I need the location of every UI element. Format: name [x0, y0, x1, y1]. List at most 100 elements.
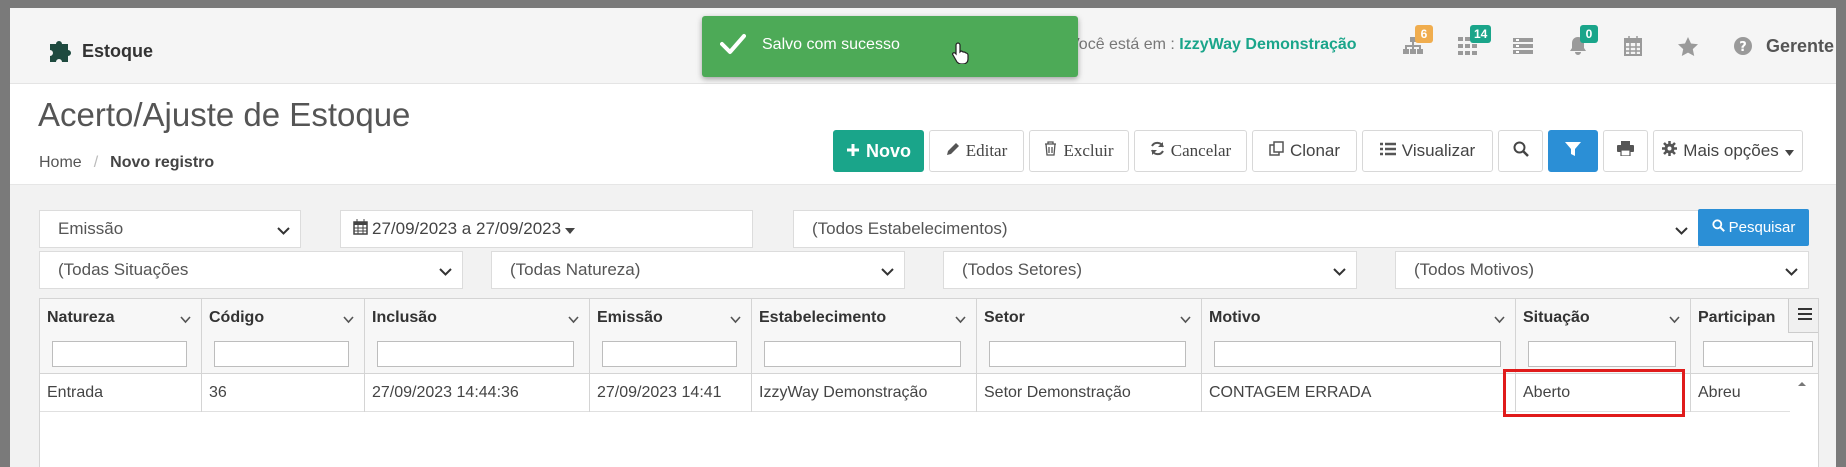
search-button-label: Pesquisar	[1728, 219, 1796, 236]
action-toolbar: Novo Editar Excluir Cancelar Clonar Visu…	[833, 130, 1803, 172]
chevron-down-icon	[277, 222, 290, 242]
chevron-down-icon[interactable]	[343, 311, 354, 329]
column-filter-input[interactable]	[764, 341, 961, 367]
list-view-icon	[1379, 141, 1396, 161]
search-toggle-button[interactable]	[1498, 130, 1543, 172]
column-label: Participan	[1698, 309, 1776, 326]
nav-icons: 6 14 0 ?	[1385, 25, 1770, 64]
grid-icon[interactable]: 14	[1440, 25, 1495, 64]
chevron-down-icon[interactable]	[1180, 311, 1191, 329]
printer-icon	[1617, 141, 1634, 161]
edit-button[interactable]: Editar	[929, 130, 1024, 172]
edit-button-label: Editar	[965, 141, 1008, 160]
copy-icon	[1269, 141, 1284, 161]
column-menu-button[interactable]	[1788, 299, 1818, 333]
user-menu[interactable]: Gerente	[1766, 36, 1834, 57]
chevron-down-icon[interactable]	[568, 311, 579, 329]
new-button[interactable]: Novo	[833, 130, 924, 172]
chevron-down-icon[interactable]	[1494, 311, 1505, 329]
search-button[interactable]: Pesquisar	[1698, 209, 1809, 246]
cell-participante: Abreu	[1698, 384, 1741, 401]
clone-button[interactable]: Clonar	[1252, 130, 1357, 172]
column-label: Motivo	[1209, 309, 1261, 326]
column-header[interactable]: Código	[202, 299, 365, 374]
chevron-down-icon	[1785, 263, 1798, 283]
help-icon[interactable]: ?	[1715, 28, 1770, 64]
column-header[interactable]: Situação	[1516, 299, 1691, 374]
establishment-select[interactable]: (Todos Estabelecimentos)	[793, 210, 1699, 248]
column-header[interactable]: Estabelecimento	[752, 299, 977, 374]
sitemap-badge: 6	[1415, 25, 1433, 43]
chevron-down-icon[interactable]	[1669, 311, 1680, 329]
date-field-select[interactable]: Emissão	[39, 210, 301, 248]
date-field-value: Emissão	[58, 219, 124, 238]
column-header[interactable]: Inclusão	[365, 299, 590, 374]
column-label: Natureza	[47, 309, 115, 326]
column-filter-input[interactable]	[52, 341, 187, 367]
bell-icon[interactable]: 0	[1550, 25, 1605, 64]
scroll-up-arrow-icon[interactable]	[1796, 379, 1808, 389]
situation-value: (Todas Situações	[58, 260, 189, 279]
breadcrumb-home[interactable]: Home	[39, 154, 82, 172]
chevron-down-icon[interactable]	[955, 311, 966, 329]
company-name[interactable]: IzzyWay Demonstração	[1179, 36, 1356, 53]
cell-estabelecimento: IzzyWay Demonstração	[752, 374, 977, 412]
sector-value: (Todos Setores)	[962, 260, 1082, 279]
app-window: Estoque Você está em : IzzyWay Demonstra…	[10, 8, 1836, 467]
view-button[interactable]: Visualizar	[1362, 130, 1493, 172]
column-label: Inclusão	[372, 309, 437, 326]
cell-codigo: 36	[202, 374, 365, 412]
pencil-icon	[946, 141, 960, 161]
sector-select[interactable]: (Todos Setores)	[943, 251, 1357, 289]
cell-motivo: CONTAGEM ERRADA	[1202, 374, 1516, 412]
column-filter-input[interactable]	[1214, 341, 1501, 367]
filter-panel: Emissão 27/09/2023 a 27/09/2023 (Todos E…	[10, 184, 1836, 467]
establishment-value: (Todos Estabelecimentos)	[812, 219, 1008, 238]
breadcrumb-current: Novo registro	[110, 154, 215, 171]
brand[interactable]: Estoque	[46, 34, 153, 69]
hamburger-icon	[1797, 307, 1812, 325]
column-filter-input[interactable]	[377, 341, 574, 367]
column-label: Código	[209, 309, 265, 326]
column-filter-input[interactable]	[1528, 341, 1676, 367]
reason-select[interactable]: (Todos Motivos)	[1395, 251, 1809, 289]
grid-header: Natureza Código Inclusão Emissão Estabel…	[40, 299, 1818, 374]
column-filter-input[interactable]	[602, 341, 737, 367]
print-button[interactable]	[1603, 130, 1648, 172]
more-options-label: Mais opções	[1683, 141, 1779, 160]
date-range-picker[interactable]: 27/09/2023 a 27/09/2023	[340, 210, 753, 248]
delete-button[interactable]: Excluir	[1029, 130, 1129, 172]
star-icon[interactable]	[1660, 28, 1715, 64]
cancel-button[interactable]: Cancelar	[1134, 130, 1247, 172]
column-filter-input[interactable]	[989, 341, 1186, 367]
cell-emissao: 27/09/2023 14:41	[590, 374, 752, 412]
chevron-down-icon	[1675, 222, 1688, 242]
chevron-down-icon	[1333, 263, 1346, 283]
breadcrumb-separator: /	[93, 154, 99, 171]
chevron-down-icon[interactable]	[180, 311, 191, 329]
column-header[interactable]: Natureza	[40, 299, 202, 374]
column-filter-input[interactable]	[214, 341, 349, 367]
refresh-icon	[1150, 141, 1165, 161]
column-filter-input[interactable]	[1703, 341, 1813, 367]
chevron-down-icon[interactable]	[730, 311, 741, 329]
column-header[interactable]: Emissão	[590, 299, 752, 374]
cell-setor: Setor Demonstração	[977, 374, 1202, 412]
caret-down-icon	[565, 219, 576, 239]
situation-select[interactable]: (Todas Situações	[39, 251, 463, 289]
more-options-button[interactable]: Mais opções	[1653, 130, 1803, 172]
column-header[interactable]: Motivo	[1202, 299, 1516, 374]
vertical-scrollbar[interactable]	[1796, 376, 1808, 466]
reason-value: (Todos Motivos)	[1414, 260, 1534, 279]
brand-name: Estoque	[82, 41, 154, 61]
list-icon[interactable]	[1495, 28, 1550, 64]
current-company: Você está em : IzzyWay Demonstração	[1069, 36, 1357, 54]
calendar-icon	[353, 218, 368, 240]
sitemap-icon[interactable]: 6	[1385, 25, 1440, 64]
calendar-icon[interactable]	[1605, 28, 1660, 64]
filter-button[interactable]	[1548, 130, 1598, 172]
column-header[interactable]: Setor	[977, 299, 1202, 374]
svg-text:?: ?	[1739, 40, 1747, 55]
nature-select[interactable]: (Todas Natureza)	[491, 251, 905, 289]
success-toast[interactable]: Salvo com sucesso	[702, 16, 1078, 77]
